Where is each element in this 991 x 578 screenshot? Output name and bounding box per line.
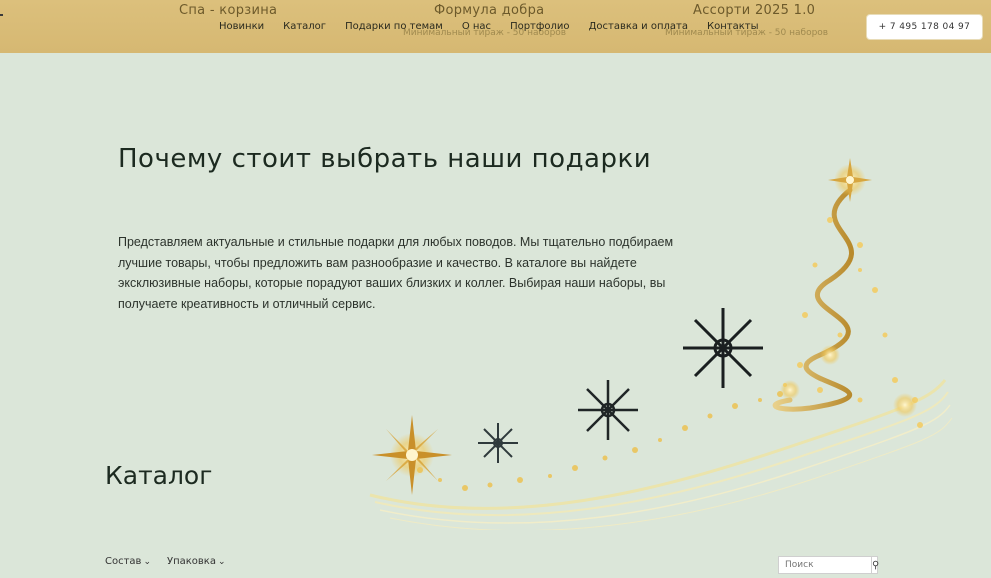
main-nav: Новинки Каталог Подарки по темам О нас П… bbox=[219, 21, 758, 32]
search-input[interactable] bbox=[779, 557, 871, 573]
nav-item-portfolio[interactable]: Портфолио bbox=[510, 21, 570, 32]
nav-item-catalog[interactable]: Каталог bbox=[283, 21, 326, 32]
nav-item-contacts[interactable]: Контакты bbox=[707, 21, 758, 32]
catalog-title: Каталог bbox=[105, 461, 213, 490]
chevron-down-icon: ⌄ bbox=[143, 556, 151, 567]
ghost-product-title: Формула добра bbox=[434, 3, 545, 18]
nav-item-novinki[interactable]: Новинки bbox=[219, 21, 264, 32]
filter-composition[interactable]: Состав ⌄ bbox=[105, 556, 151, 567]
search-icon[interactable]: ⚲ bbox=[871, 557, 879, 573]
header-mark bbox=[0, 14, 3, 16]
chevron-down-icon: ⌄ bbox=[217, 556, 226, 567]
christmas-decoration-image bbox=[369, 158, 953, 530]
nav-item-about[interactable]: О нас bbox=[462, 21, 491, 32]
phone-button[interactable]: + 7 495 178 04 97 bbox=[866, 14, 983, 40]
ghost-product-title: Ассорти 2025 1.0 bbox=[693, 3, 816, 18]
filter-label: Упаковка bbox=[167, 556, 216, 567]
site-header: Спа - корзина Формула добра Минимальный … bbox=[0, 0, 991, 53]
search-box: ⚲ bbox=[778, 556, 879, 574]
ghost-product-title: Спа - корзина bbox=[179, 3, 278, 18]
filter-label: Состав bbox=[105, 556, 142, 567]
nav-item-gifts-by-theme[interactable]: Подарки по темам bbox=[345, 21, 443, 32]
nav-item-delivery[interactable]: Доставка и оплата bbox=[589, 21, 688, 32]
filter-packaging[interactable]: Упаковка ⌄ bbox=[167, 556, 226, 567]
